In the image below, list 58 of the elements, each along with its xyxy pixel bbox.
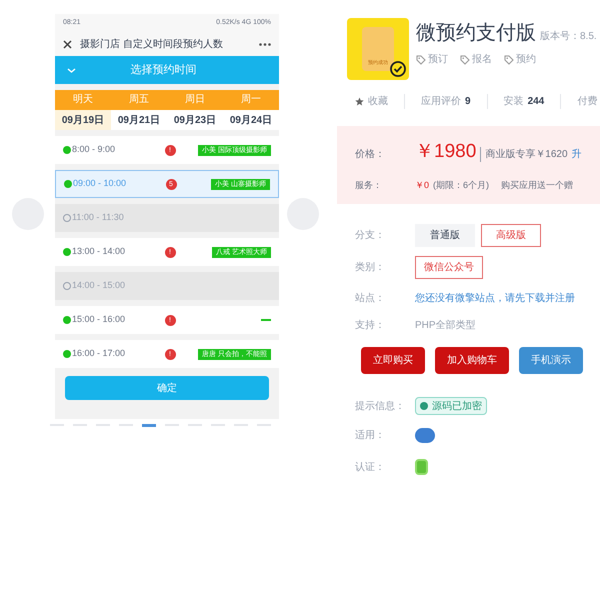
picker-title: 选择预约时间	[130, 62, 198, 78]
price-label: 价格：	[355, 148, 386, 162]
close-icon[interactable]	[63, 40, 72, 48]
date-tab[interactable]: 09月19日	[55, 110, 111, 130]
price: ￥1980	[415, 140, 476, 164]
tag-icon	[460, 54, 470, 64]
slot-time: 14:00 - 15:00	[72, 279, 126, 292]
action-button[interactable]: 手机演示	[519, 347, 583, 374]
stat-value: 9	[465, 95, 471, 109]
weekday-label: 明天	[72, 93, 94, 107]
slot-time: 11:00 - 11:30	[72, 211, 125, 224]
field-label: 分支：	[355, 228, 386, 243]
service-term: (期限：6个月)	[433, 178, 490, 192]
field-label: 类别：	[355, 260, 386, 275]
more-icon[interactable]	[259, 42, 271, 46]
action-button[interactable]: 立即购买	[361, 347, 425, 374]
weekday-label: 周一	[240, 93, 262, 107]
slot-time: 8:00 - 9:00	[72, 143, 116, 156]
version-number: 版本号：8.5.	[540, 30, 597, 44]
service-offer: 购买应用送一个赠	[501, 178, 574, 192]
service-price: ￥0	[415, 178, 430, 192]
field-label: 提示信息：	[355, 400, 406, 414]
app-name: 微预约支付版	[416, 21, 536, 46]
weekday-label: 周五	[128, 93, 150, 107]
upgrade-link[interactable]: 升	[572, 147, 582, 162]
page-indicator[interactable]	[142, 424, 156, 427]
branch-option[interactable]: 普通版	[415, 224, 475, 247]
support-text: PHP全部类型	[415, 318, 476, 333]
dash-icon	[261, 319, 271, 321]
tag-label: 报名	[472, 52, 492, 67]
field-label: 适用：	[355, 428, 386, 443]
tag-icon	[416, 54, 426, 64]
badge-text: 源码已加密	[432, 400, 482, 414]
tag-label: 预订	[428, 53, 448, 67]
field-label: 认证：	[355, 460, 386, 474]
category-option[interactable]: 微信公众号	[415, 256, 483, 279]
stat-value: 244	[528, 95, 544, 109]
weekday-label: 周日	[184, 93, 206, 107]
action-button[interactable]: 加入购物车	[435, 347, 509, 374]
tag-icon	[504, 54, 514, 64]
star-icon[interactable]	[355, 97, 364, 106]
page-title: 摄影门店 自定义时间段预约人数	[80, 38, 224, 52]
stat-label: 收藏	[368, 94, 388, 109]
download-link[interactable]: 您还没有微擎站点，请先下载并注册	[415, 291, 575, 306]
discount-note: 商业版专享￥1620	[480, 147, 568, 162]
field-label: 支持：	[355, 318, 386, 333]
stat-label: 安装	[504, 94, 524, 109]
stat-label: 应用评价	[421, 94, 461, 109]
slot-time: 09:00 - 10:00	[73, 177, 128, 190]
chevron-icon[interactable]	[67, 68, 76, 72]
stat-label: 付费	[577, 94, 598, 109]
slot-time: 15:00 - 16:00	[72, 313, 126, 326]
branch-option[interactable]: 高级版	[481, 224, 541, 247]
field-label: 站点：	[355, 292, 386, 306]
tag-label: 预约	[516, 53, 536, 67]
slot-time: 16:00 - 17:00	[72, 347, 126, 360]
slot-time: 13:00 - 14:00	[72, 245, 126, 258]
service-label: 服务：	[355, 178, 383, 192]
